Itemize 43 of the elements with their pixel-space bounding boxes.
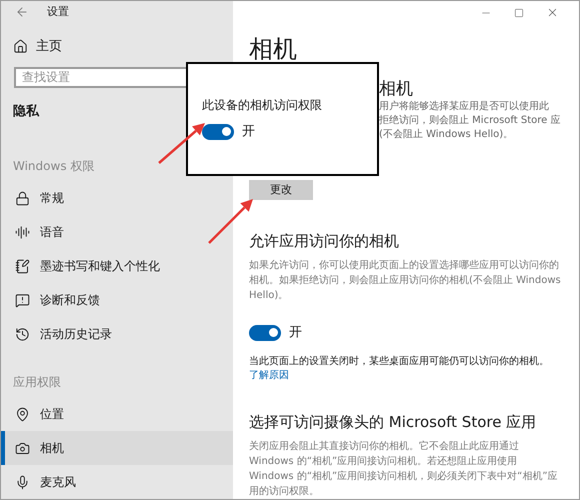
microphone-icon (15, 474, 30, 490)
nav-item[interactable]: 位置 (1, 397, 233, 431)
group-heading: 应用权限 (12, 374, 62, 391)
nav-item[interactable]: 活动历史记录 (1, 317, 233, 351)
toggle-label: 开 (242, 123, 255, 141)
window-title: 设置 (47, 4, 69, 20)
nav-item[interactable]: 麦克风 (1, 465, 233, 499)
nav-item[interactable]: 常规 (1, 181, 233, 215)
section-description: 关闭应用会阻止其直接访问你的相机。它不会阻止此应用通过 Windows 的“相机”应用间接访问相机。若还想阻止应用使用 Windows 的“相机”应用间接访问相机，则必须关闭下表中对“相机”应用的访问权限。 (249, 440, 559, 499)
category-heading: 隐私 (13, 102, 39, 120)
nav-item[interactable]: 诊断和反馈 (1, 283, 233, 317)
home-item[interactable]: 主页 (1, 37, 233, 57)
feedback-icon (15, 292, 30, 308)
lock-icon (15, 190, 30, 206)
history-icon (15, 326, 30, 342)
nav-item[interactable]: 相机 (1, 431, 233, 465)
section-heading-fragment: 相机 (379, 78, 414, 100)
description-fragment: 用户将能够选择某应用是否可以使用此 (379, 100, 550, 114)
nav-item[interactable]: 语音 (1, 215, 233, 249)
description-fragment: 拒绝访问，则会阻止 Microsoft Store 应 (379, 114, 561, 128)
annotation-arrow (158, 123, 205, 164)
popup-label: 此设备的相机访问权限 (202, 97, 323, 114)
nav-item[interactable]: 墨迹书写和键入个性化 (1, 249, 233, 283)
page-title: 相机 (249, 34, 298, 64)
camera-icon (15, 440, 30, 456)
toggle-label: 开 (289, 324, 302, 342)
toggle-switch[interactable] (202, 124, 234, 140)
notebook-icon (15, 258, 30, 274)
change-button[interactable]: 更改 (249, 180, 313, 200)
section-description: 如果允许访问，你可以使用此页面上的设置选择哪些应用可以访问你的相机。如果拒绝访问，则会阻止应用访问你的相机(不会阻止 Windows Hello)。 (249, 258, 561, 303)
group-heading: Windows 权限 (12, 158, 96, 175)
voice-icon (15, 224, 30, 240)
section-heading: 选择可访问摄像头的 Microsoft Store 应用 (249, 412, 538, 432)
back-icon[interactable] (15, 5, 29, 20)
note-text: 当此页面上的设置关闭时，某些桌面应用可能仍可以访问你的相机。 (249, 354, 550, 368)
learn-more-link[interactable]: 了解原因 (249, 368, 561, 382)
description-fragment: (不会阻止 Windows Hello)。 (379, 128, 514, 142)
toggle-switch[interactable] (249, 324, 281, 341)
section-heading: 允许应用访问你的相机 (249, 230, 400, 252)
home-icon (13, 39, 28, 54)
close-icon[interactable] (546, 6, 559, 19)
location-icon (15, 406, 30, 422)
maximize-icon[interactable] (514, 8, 524, 18)
